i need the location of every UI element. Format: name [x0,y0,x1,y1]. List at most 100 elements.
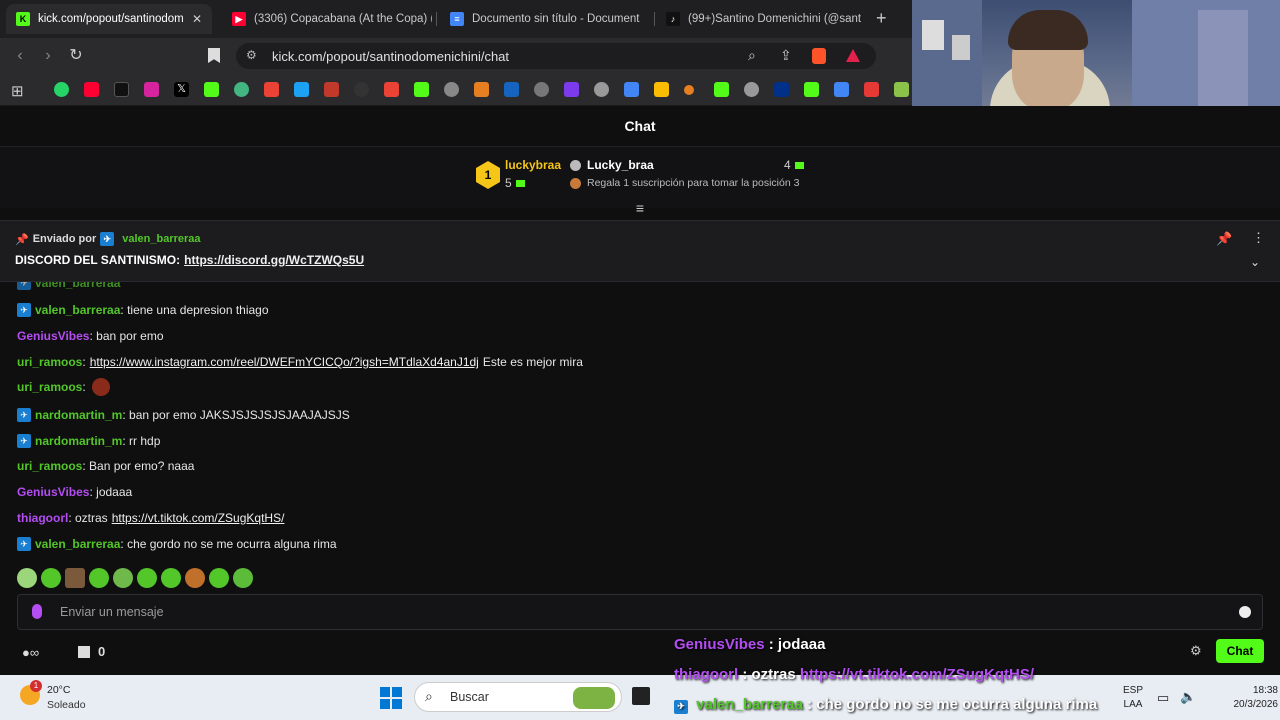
user-badge-icon: ✈ [17,434,31,448]
chat-link[interactable]: https://vt.tiktok.com/ZSugKqtHS/ [112,511,285,525]
tab-kick[interactable]: K kick.com/popout/santinodom ✕ [6,4,212,34]
tab-title: (99+)Santino Domenichini (@sant [688,13,862,25]
chat-username[interactable]: valen_barreraa [35,537,120,551]
site-settings-icon[interactable]: ⚙ [246,48,257,62]
chat-username[interactable]: GeniusVibes [17,485,89,499]
brave-shield-icon[interactable] [812,48,826,64]
task-view-icon[interactable] [632,687,650,705]
download-icon[interactable] [864,82,879,97]
taskbar-search[interactable]: ⌕ Buscar [414,682,622,712]
zoom-icon[interactable]: ⌕ [748,47,756,64]
settings-gear-icon[interactable]: ⚙ [1190,643,1202,659]
chat-username[interactable]: valen_barreraa [35,303,120,317]
share-icon[interactable]: ⇪ [780,47,792,64]
new-tab-icon[interactable]: + [876,8,892,29]
bookmark-site-icon[interactable] [294,82,309,97]
chat-username[interactable]: GeniusVibes [17,329,89,343]
extension-icon[interactable] [234,82,249,97]
docs-icon[interactable] [624,82,639,97]
forward-icon[interactable]: › [38,46,58,66]
instagram-icon[interactable] [144,82,159,97]
chat-username[interactable]: thiagoorl [17,511,68,525]
twitch-icon[interactable] [564,82,579,97]
emote-icon[interactable] [65,568,85,588]
chat-username[interactable]: uri_ramoos [17,459,82,473]
sent-by-user[interactable]: valen_barreraa [122,233,200,245]
github-icon[interactable] [354,82,369,97]
globe-icon[interactable] [744,82,759,97]
gifter-name[interactable]: Lucky_braa [587,158,654,172]
stats-icon[interactable] [324,82,339,97]
openai-icon[interactable] [594,82,609,97]
paypal-icon[interactable] [774,82,789,97]
clock[interactable]: 18:38 20/3/2026 [1230,684,1279,712]
emote-icon[interactable] [137,568,157,588]
address-bar[interactable]: ⚙ kick.com/popout/santinodomenichini/cha… [236,43,876,69]
bookmark-icon[interactable] [208,48,220,63]
network-icon[interactable]: ▭ [1157,690,1169,706]
pinned-body: DISCORD DEL SANTINISMO: https://discord.… [15,253,364,267]
users-infinite-icon[interactable]: ●∞ [22,645,39,660]
tab-tiktok[interactable]: ♪ (99+)Santino Domenichini (@sant [656,4,862,34]
chat-username[interactable]: valen_barreraa [35,282,120,290]
language-indicator[interactable]: ESP LAA [1123,684,1143,712]
tiktok-icon[interactable] [114,82,129,97]
emote-icon[interactable] [113,568,133,588]
kick-icon: K [16,12,30,26]
chat-username[interactable]: uri_ramoos [17,380,82,394]
chat-link[interactable]: https://www.instagram.com/reel/DWEFmYCIC… [90,355,479,369]
chat-text: : ban por emo [89,329,164,343]
microphone-icon[interactable] [32,604,42,619]
bookmark-site-icon[interactable] [504,82,519,97]
arrow-down-icon[interactable] [894,82,909,97]
expand-icon[interactable]: ⌄ [1250,255,1260,269]
tab-docs[interactable]: ≡ Documento sin título - Document [440,4,650,34]
chat-input[interactable]: Enviar un mensaje [17,594,1263,630]
emote-icon[interactable] [41,568,61,588]
shield-icon [570,159,581,171]
chat-username[interactable]: nardomartin_m [35,408,122,422]
youtube-icon[interactable] [84,82,99,97]
docs-icon[interactable] [834,82,849,97]
bookmark-site-icon[interactable] [714,82,729,97]
apps-grid-icon[interactable]: ⊞ [11,82,24,100]
brave-rewards-icon[interactable] [846,49,860,62]
chat-username[interactable]: nardomartin_m [35,434,122,448]
gmail-icon[interactable] [264,82,279,97]
more-options-icon[interactable]: ⋮ [1252,230,1265,246]
emote-quickbar [17,568,253,588]
chat-text: : tiene una depresion thiago [120,303,269,317]
send-chat-button[interactable]: Chat [1216,639,1264,663]
whatsapp-icon[interactable] [54,82,69,97]
bookmark-site-icon[interactable] [444,82,459,97]
emote-icon[interactable] [185,568,205,588]
chat-username[interactable]: uri_ramoos [17,355,82,369]
emote-icon[interactable] [161,568,181,588]
close-tab-icon[interactable]: ✕ [192,12,202,26]
x-icon[interactable]: 𝕏 [174,82,189,97]
back-icon[interactable]: ‹ [10,46,30,66]
emote-icon[interactable] [209,568,229,588]
chat-title: Chat [0,106,1280,146]
kick-icon[interactable] [804,82,819,97]
drive-icon[interactable] [654,82,669,97]
emote-icon[interactable] [233,568,253,588]
reload-icon[interactable]: ↻ [66,46,86,66]
emote-icon[interactable] [89,568,109,588]
kick-icon[interactable] [204,82,219,97]
unpin-icon[interactable]: 📌 [1216,231,1232,247]
tab-youtube[interactable]: ▶ (3306) Copacabana (At the Copa) ( [222,4,432,34]
emoji-icon[interactable] [1239,606,1251,618]
windows-start-icon[interactable] [380,687,402,709]
pinned-link[interactable]: https://discord.gg/WcTZWQs5U [184,253,364,267]
store-icon[interactable] [78,645,90,658]
leader-user[interactable]: luckybraa [505,158,561,172]
volume-icon[interactable]: 🔈 [1180,689,1196,705]
collapse-icon[interactable]: ≡ [632,200,648,216]
kick-icon[interactable] [414,82,429,97]
bookmark-site-icon[interactable] [534,82,549,97]
bookmark-site-icon[interactable] [474,82,489,97]
bookmark-site-icon[interactable] [684,85,694,95]
emote-icon[interactable] [17,568,37,588]
gmail-icon[interactable] [384,82,399,97]
